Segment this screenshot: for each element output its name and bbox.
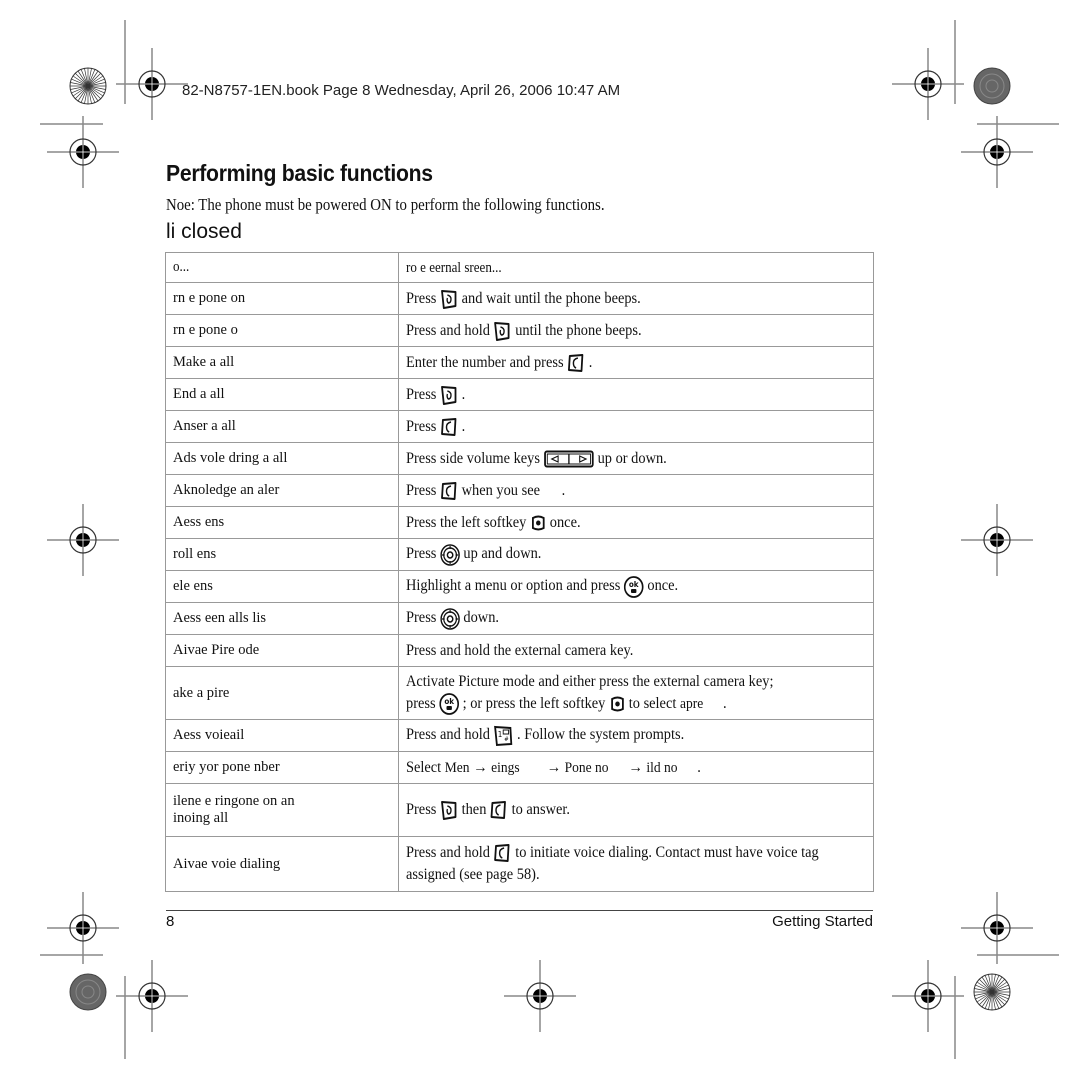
action-cell: Highlight a menu or option and press ok on… (398, 570, 874, 603)
power-note: Noe: The phone must be powered ON to per… (166, 195, 605, 214)
action-cell: Enter the number and press. (398, 346, 874, 379)
star-target-icon (973, 973, 1011, 1011)
table-row: roll ens Press up and down. (165, 538, 874, 571)
send-key-icon (494, 843, 512, 863)
registration-mark-icon (960, 115, 1034, 189)
action-cell: Press and wait until the phone beeps. (398, 282, 874, 315)
send-key-icon (490, 800, 508, 820)
task-cell: Aess ens (165, 506, 399, 539)
left-softkey-icon (530, 514, 546, 532)
ok-key-icon: ok (624, 575, 644, 598)
book-header-info: 82-N8757-1EN.book Page 8 Wednesday, Apri… (182, 82, 621, 99)
star-target-icon (69, 67, 107, 105)
table-row: Ads vole dring a all Press side volume k… (165, 442, 874, 475)
basic-functions-table: o... ro e eernal sreen... rn e pone on P… (165, 252, 874, 892)
task-cell: ake a pire (165, 666, 399, 720)
action-cell: Press the left softkey once. (398, 506, 874, 539)
table-row: Aess ens Press the left softkey once. (165, 506, 874, 539)
action-cell: Press and hold until the phone beeps. (398, 314, 874, 347)
action-cell: Activate Picture mode and either press t… (398, 666, 874, 720)
send-key-icon (440, 417, 458, 437)
volume-keys-icon (544, 450, 594, 468)
left-softkey-icon (609, 695, 625, 713)
ok-key-icon: ok (439, 693, 459, 716)
task-cell: Aess voieail (165, 719, 399, 752)
end-power-key-icon (494, 321, 512, 341)
table-row: Aess voieail Press and hold 1 #. Follow th… (165, 719, 874, 752)
navigation-key-icon (440, 607, 460, 630)
registration-mark-icon (891, 47, 965, 121)
task-cell: Ads vole dring a all (165, 442, 399, 475)
table-row: Make a all Enter the number and press. (165, 346, 874, 379)
action-cell: Press when you see. (398, 474, 874, 507)
task-cell: rn e pone on (165, 282, 399, 315)
table-row: Aess een alls lis Press down. (165, 602, 874, 635)
page-title: Performing basic functions (166, 160, 433, 186)
end-power-key-icon (440, 800, 458, 821)
gray-target-icon (69, 973, 107, 1011)
table-row: rn e pone o Press and hold until the phon… (165, 314, 874, 347)
svg-text:ok: ok (444, 697, 455, 706)
table-header-task: o... (165, 252, 399, 283)
footer-section-name: Getting Started (772, 913, 873, 930)
end-power-key-icon (440, 385, 458, 405)
task-cell: Aivae Pire ode (165, 634, 399, 667)
task-cell: End a all (165, 378, 399, 411)
registration-mark-icon (115, 47, 189, 121)
table-row: Aivae Pire ode Press and hold the extern… (165, 634, 874, 667)
registration-mark-icon (891, 959, 965, 1033)
action-cell: Press side volume keys up or down. (398, 442, 874, 475)
task-cell: roll ens (165, 538, 399, 571)
gray-target-icon (973, 67, 1011, 105)
svg-text:#: # (504, 736, 509, 742)
table-row: ake a pire Activate Picture mode and eit… (165, 666, 874, 720)
registration-mark-icon (115, 959, 189, 1033)
task-cell: eriy yor pone nber (165, 751, 399, 784)
footer-divider (166, 910, 873, 911)
table-row: Aknoledge an aler Press when you see. (165, 474, 874, 507)
registration-mark-icon (46, 115, 120, 189)
task-cell: ilene e ringone on an inoing all (165, 783, 399, 837)
table-row: Anser a all Press. (165, 410, 874, 443)
svg-text:1: 1 (498, 729, 503, 738)
table-row: ilene e ringone on an inoing all Press the… (165, 783, 874, 837)
table-header-row: o... ro e eernal sreen... (165, 252, 874, 283)
action-cell: Press down. (398, 602, 874, 635)
registration-mark-icon (960, 503, 1034, 577)
task-cell: ele ens (165, 570, 399, 603)
send-key-icon (567, 353, 585, 373)
action-cell: Press then to answer. (398, 783, 874, 837)
table-row: ele ens Highlight a menu or option and p… (165, 570, 874, 603)
table-row: Aivae voie dialing Press and hold to init… (165, 836, 874, 892)
task-cell: rn e pone o (165, 314, 399, 347)
action-cell: Press and hold 1 #. Follow the system prom… (398, 719, 874, 752)
action-cell: Press and hold to initiate voice dialing.… (398, 836, 874, 892)
svg-text:ok: ok (629, 579, 640, 588)
table-row: eriy yor pone nber Select Men → eings → P… (165, 751, 874, 784)
task-cell: Aivae voie dialing (165, 836, 399, 892)
task-cell: Make a all (165, 346, 399, 379)
voicemail-key-icon: 1 # (494, 725, 514, 747)
table-header-action: ro e eernal sreen... (398, 252, 874, 283)
registration-mark-icon (46, 891, 120, 965)
task-cell: Anser a all (165, 410, 399, 443)
task-cell: Aess een alls lis (165, 602, 399, 635)
action-cell: Press and hold the external camera key. (398, 634, 874, 667)
registration-mark-icon (46, 503, 120, 577)
end-power-key-icon (440, 289, 458, 309)
navigation-key-icon (440, 543, 460, 566)
registration-mark-icon (503, 959, 577, 1033)
action-cell: Press up and down. (398, 538, 874, 571)
action-cell: Press. (398, 410, 874, 443)
task-cell: Aknoledge an aler (165, 474, 399, 507)
action-cell: Press. (398, 378, 874, 411)
send-key-icon (440, 481, 458, 501)
action-cell: Select Men → eings → Pone no → ild no. (398, 751, 874, 784)
registration-mark-icon (960, 891, 1034, 965)
section-title: li closed (166, 220, 242, 243)
page-number: 8 (166, 913, 175, 930)
table-row: rn e pone on Press and wait until the pho… (165, 282, 874, 315)
table-row: End a all Press. (165, 378, 874, 411)
